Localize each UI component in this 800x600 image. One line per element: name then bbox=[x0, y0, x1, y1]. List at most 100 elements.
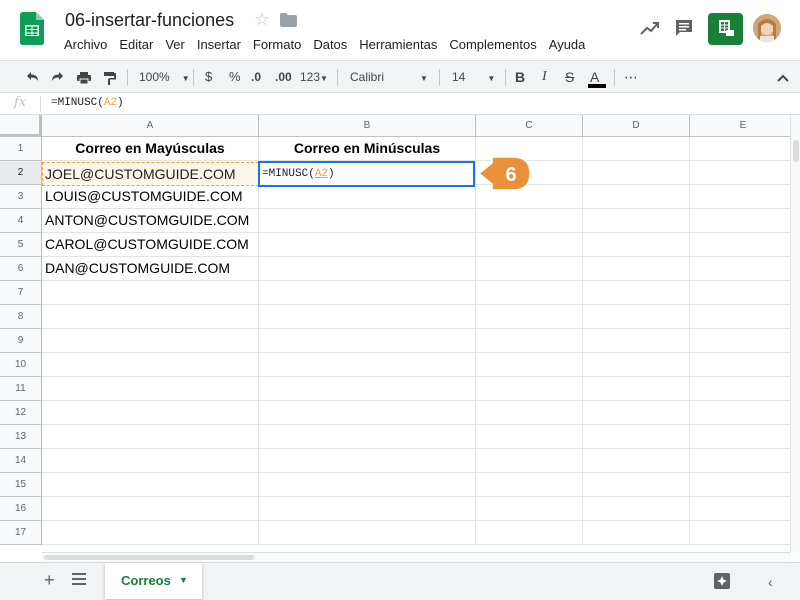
cell-d1[interactable] bbox=[583, 137, 690, 161]
cell-c6[interactable] bbox=[476, 257, 583, 281]
chevron-left-icon[interactable]: ‹ bbox=[768, 574, 773, 590]
cell-b5[interactable] bbox=[259, 233, 476, 257]
horizontal-scrollbar[interactable] bbox=[42, 552, 790, 562]
menu-editar[interactable]: Editar bbox=[113, 36, 159, 54]
cell-b4[interactable] bbox=[259, 209, 476, 233]
share-button[interactable] bbox=[708, 13, 743, 45]
cell-b1[interactable]: Correo en Minúsculas bbox=[259, 137, 476, 161]
more-formats-button[interactable]: 123▼ bbox=[300, 61, 328, 93]
cell-e8[interactable] bbox=[690, 305, 790, 329]
cell-a13[interactable] bbox=[42, 425, 259, 449]
currency-format-button[interactable]: $ bbox=[205, 61, 212, 93]
sheets-logo-icon[interactable] bbox=[20, 12, 44, 45]
cell-a7[interactable] bbox=[42, 281, 259, 305]
row-header[interactable]: 2 bbox=[0, 161, 42, 185]
activity-trend-icon[interactable] bbox=[640, 20, 660, 36]
row-header[interactable]: 16 bbox=[0, 497, 42, 521]
increase-decimals-button[interactable]: .00 bbox=[275, 61, 292, 93]
row-header[interactable]: 13 bbox=[0, 425, 42, 449]
cell-d4[interactable] bbox=[583, 209, 690, 233]
cell-e2[interactable] bbox=[690, 161, 790, 185]
cell-b16[interactable] bbox=[259, 497, 476, 521]
row-header[interactable]: 11 bbox=[0, 377, 42, 401]
column-header-b[interactable]: B bbox=[259, 115, 476, 137]
menu-ayuda[interactable]: Ayuda bbox=[543, 36, 592, 54]
cell-b12[interactable] bbox=[259, 401, 476, 425]
menu-formato[interactable]: Formato bbox=[247, 36, 307, 54]
cell-c5[interactable] bbox=[476, 233, 583, 257]
active-cell-editor[interactable]: =MINUSC(A2) bbox=[258, 161, 475, 187]
column-header-d[interactable]: D bbox=[583, 115, 690, 137]
row-header[interactable]: 3 bbox=[0, 185, 42, 209]
cell-d9[interactable] bbox=[583, 329, 690, 353]
cell-b10[interactable] bbox=[259, 353, 476, 377]
collapse-menus-button[interactable] bbox=[777, 61, 789, 93]
row-header[interactable]: 9 bbox=[0, 329, 42, 353]
cell-d3[interactable] bbox=[583, 185, 690, 209]
cell-a14[interactable] bbox=[42, 449, 259, 473]
row-header[interactable]: 1 bbox=[0, 137, 42, 161]
cell-d6[interactable] bbox=[583, 257, 690, 281]
cell-a15[interactable] bbox=[42, 473, 259, 497]
italic-button[interactable]: I bbox=[542, 61, 547, 93]
cell-a8[interactable] bbox=[42, 305, 259, 329]
cell-e10[interactable] bbox=[690, 353, 790, 377]
row-header[interactable]: 4 bbox=[0, 209, 42, 233]
cell-b6[interactable] bbox=[259, 257, 476, 281]
cell-d10[interactable] bbox=[583, 353, 690, 377]
column-header-c[interactable]: C bbox=[476, 115, 583, 137]
add-sheet-button[interactable]: + bbox=[44, 570, 55, 591]
print-button[interactable] bbox=[76, 61, 92, 93]
cell-c8[interactable] bbox=[476, 305, 583, 329]
cell-e15[interactable] bbox=[690, 473, 790, 497]
cell-e4[interactable] bbox=[690, 209, 790, 233]
cell-b13[interactable] bbox=[259, 425, 476, 449]
document-title[interactable]: 06-insertar-funciones bbox=[65, 10, 234, 31]
row-header[interactable]: 8 bbox=[0, 305, 42, 329]
column-header-e[interactable]: E bbox=[690, 115, 790, 137]
cell-c17[interactable] bbox=[476, 521, 583, 545]
explore-icon[interactable] bbox=[713, 572, 731, 590]
cell-a12[interactable] bbox=[42, 401, 259, 425]
cell-c7[interactable] bbox=[476, 281, 583, 305]
cell-d8[interactable] bbox=[583, 305, 690, 329]
sheet-tab-correos[interactable]: Correos ▼ bbox=[105, 563, 202, 599]
cell-b8[interactable] bbox=[259, 305, 476, 329]
cell-a3[interactable]: LOUIS@CUSTOMGUIDE.COM bbox=[42, 185, 259, 209]
cell-a6[interactable]: DAN@CUSTOMGUIDE.COM bbox=[42, 257, 259, 281]
cell-e5[interactable] bbox=[690, 233, 790, 257]
redo-button[interactable] bbox=[50, 61, 66, 93]
cell-d13[interactable] bbox=[583, 425, 690, 449]
cell-d16[interactable] bbox=[583, 497, 690, 521]
column-header-a[interactable]: A bbox=[42, 115, 259, 137]
folder-icon[interactable] bbox=[280, 13, 297, 27]
cell-d2[interactable] bbox=[583, 161, 690, 185]
cell-e11[interactable] bbox=[690, 377, 790, 401]
vertical-scrollbar[interactable] bbox=[790, 115, 800, 552]
cell-a5[interactable]: CAROL@CUSTOMGUIDE.COM bbox=[42, 233, 259, 257]
cell-c4[interactable] bbox=[476, 209, 583, 233]
font-family-select[interactable]: Calibri ▼ bbox=[350, 61, 428, 93]
all-sheets-menu-icon[interactable] bbox=[72, 573, 86, 585]
cell-d11[interactable] bbox=[583, 377, 690, 401]
formula-input[interactable]: =MINUSC(A2) bbox=[51, 97, 124, 109]
cell-d7[interactable] bbox=[583, 281, 690, 305]
cell-a10[interactable] bbox=[42, 353, 259, 377]
row-header[interactable]: 12 bbox=[0, 401, 42, 425]
strikethrough-button[interactable]: S bbox=[565, 61, 574, 93]
cell-d14[interactable] bbox=[583, 449, 690, 473]
cell-e13[interactable] bbox=[690, 425, 790, 449]
cell-a16[interactable] bbox=[42, 497, 259, 521]
horizontal-scroll-thumb[interactable] bbox=[44, 555, 254, 560]
star-icon[interactable]: ☆ bbox=[254, 9, 270, 30]
cell-a17[interactable] bbox=[42, 521, 259, 545]
percent-format-button[interactable]: % bbox=[229, 61, 241, 93]
cell-b3[interactable] bbox=[259, 185, 476, 209]
cell-e12[interactable] bbox=[690, 401, 790, 425]
row-header[interactable]: 5 bbox=[0, 233, 42, 257]
cell-b15[interactable] bbox=[259, 473, 476, 497]
paint-format-button[interactable] bbox=[102, 61, 118, 93]
cell-c10[interactable] bbox=[476, 353, 583, 377]
decrease-decimals-button[interactable]: .0 bbox=[251, 61, 261, 93]
cell-e3[interactable] bbox=[690, 185, 790, 209]
